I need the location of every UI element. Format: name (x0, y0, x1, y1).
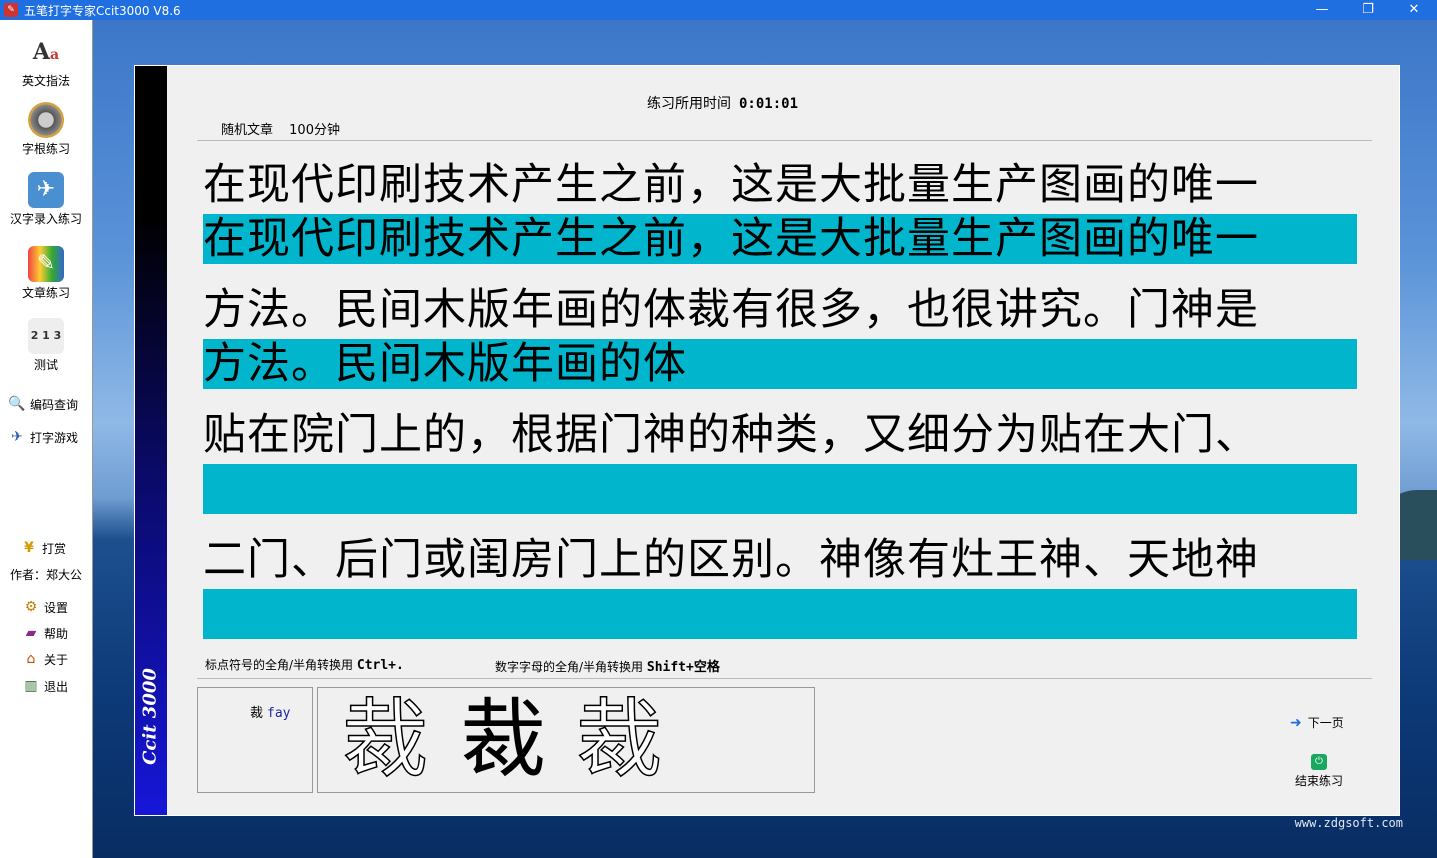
sidebar-item-settings[interactable]: ⚙ 设置 (22, 598, 68, 616)
next-page-label: 下一页 (1307, 716, 1344, 730)
app-icon: ✎ (4, 3, 18, 17)
end-practice-button[interactable]: ⏻ 结束练习 (1290, 754, 1348, 789)
sidebar-item-label: 英文指法 (21, 74, 70, 88)
close-button[interactable]: ✕ (1391, 0, 1437, 20)
sidebar-item-test[interactable]: 2 1 3 测试 (0, 318, 92, 373)
glyph-solid: 裁 (460, 690, 546, 790)
sidebar-item-donate[interactable]: ¥ 打赏 (20, 539, 66, 557)
source-line: 贴在院门上的，根据门神的种类，又细分为贴在大门、 (203, 410, 1259, 460)
watermark: www.zdgsoft.com (1294, 816, 1403, 830)
source-line: 在现代印刷技术产生之前，这是大批量生产图画的唯一 (203, 160, 1259, 210)
sidebar-item-label: 字根练习 (21, 142, 70, 156)
sidebar-item-label: 文章练习 (21, 286, 70, 300)
sidebar-item-typing-game[interactable]: ✈ 打字游戏 (8, 428, 78, 446)
author-label: 作者：郑大公 (10, 568, 83, 582)
typed-line[interactable]: 方法。民间木版年画的体 (203, 339, 1357, 389)
title-bar: ✎ 五笔打字专家Ccit3000 V8.6 — ❐ ✕ (0, 0, 1437, 20)
article-duration: 100分钟 (289, 123, 340, 138)
exit-icon: ▥ (24, 678, 38, 694)
article-type: 随机文章 (221, 123, 274, 138)
sidebar-item-label: 打赏 (42, 541, 67, 556)
sidebar-item-label: 设置 (44, 600, 69, 615)
film-reel-icon (28, 102, 64, 138)
joystick-icon: ✈ (11, 429, 23, 445)
source-line: 二门、后门或闺房门上的区别。神像有灶王神、天地神 (203, 535, 1259, 585)
current-code: fay (267, 706, 291, 721)
house-icon: ⌂ (26, 651, 36, 667)
practice-window: Ccit 3000 练习所用时间 0:01:01 随机文章 100分钟 在现代印刷… (134, 65, 1400, 816)
pencil-cup-icon: ✎ (28, 246, 64, 282)
timer: 练习所用时间 0:01:01 (647, 93, 798, 113)
letters-aa-icon: Aa (32, 39, 60, 65)
sidebar-item-exit[interactable]: ▥ 退出 (22, 677, 68, 695)
sidebar-item-label: 打字游戏 (30, 430, 79, 445)
hint-key: Shift+空格 (646, 660, 720, 675)
brand-strip: Ccit 3000 (135, 66, 167, 815)
timer-label: 练习所用时间 (647, 96, 731, 112)
podium-icon: 2 1 3 (28, 318, 64, 354)
typed-line[interactable] (203, 464, 1357, 514)
typed-line[interactable] (203, 589, 1357, 639)
yen-icon: ¥ (24, 540, 34, 556)
article-info: 随机文章 100分钟 (221, 119, 340, 138)
code-hint-box: 裁 fay (197, 687, 313, 793)
timer-value: 0:01:01 (739, 96, 799, 112)
sidebar-item-label: 帮助 (44, 626, 69, 641)
magnifier-icon: 🔍 (8, 396, 26, 412)
arrow-right-icon: ➜ (1290, 714, 1302, 731)
window-title: 五笔打字专家Ccit3000 V8.6 (24, 3, 181, 18)
brand-label: Ccit 3000 (139, 668, 161, 765)
stop-icon: ⏻ (1311, 754, 1327, 770)
sidebar-item-article-practice[interactable]: ✎ 文章练习 (0, 246, 92, 301)
divider (197, 140, 1372, 141)
glyph-preview-box: 裁 裁 裁 (317, 687, 815, 793)
sidebar-item-hanzi-input[interactable]: ✈ 汉字录入练习 (0, 172, 92, 227)
end-practice-label: 结束练习 (1294, 774, 1343, 788)
divider (197, 678, 1372, 679)
current-char: 裁 (250, 706, 264, 721)
sidebar-item-help[interactable]: ▰ 帮助 (22, 624, 68, 642)
glyph-outline: 裁 (575, 689, 663, 791)
sidebar-item-label: 退出 (44, 679, 69, 694)
book-icon: ▰ (25, 625, 37, 641)
next-page-button[interactable]: ➜ 下一页 (1290, 714, 1344, 731)
gear-icon: ⚙ (24, 599, 38, 615)
sidebar-item-english-fingering[interactable]: Aa 英文指法 (0, 34, 92, 89)
sidebar-item-label: 编码查询 (30, 397, 79, 412)
restore-button[interactable]: ❐ (1345, 0, 1391, 20)
sidebar: Aa 英文指法 字根练习 ✈ 汉字录入练习 ✎ 文章练习 2 1 3 测试 🔍 … (0, 20, 93, 858)
runner-icon: ✈ (28, 172, 64, 208)
sidebar-item-radical-practice[interactable]: 字根练习 (0, 102, 92, 157)
alnum-hint: 数字字母的全角/半角转换用 Shift+空格 (495, 656, 720, 675)
minimize-button[interactable]: — (1299, 0, 1345, 20)
sidebar-item-label: 关于 (44, 652, 69, 667)
hint-key: Ctrl+. (356, 658, 404, 673)
sidebar-item-about[interactable]: ⌂ 关于 (22, 650, 68, 668)
typed-line[interactable]: 在现代印刷技术产生之前，这是大批量生产图画的唯一 (203, 214, 1357, 264)
code-hint: 裁 fay (250, 702, 291, 721)
glyph-outline: 裁 (341, 689, 429, 791)
source-line: 方法。民间木版年画的体裁有很多，也很讲究。门神是 (203, 285, 1259, 335)
hint-text: 数字字母的全角/半角转换用 (495, 660, 644, 674)
sidebar-item-label: 汉字录入练习 (9, 212, 82, 226)
sidebar-item-label: 测试 (33, 358, 58, 372)
hint-text: 标点符号的全角/半角转换用 (205, 658, 354, 672)
punct-hint: 标点符号的全角/半角转换用 Ctrl+. (205, 656, 404, 673)
sidebar-item-code-lookup[interactable]: 🔍 编码查询 (8, 395, 78, 413)
